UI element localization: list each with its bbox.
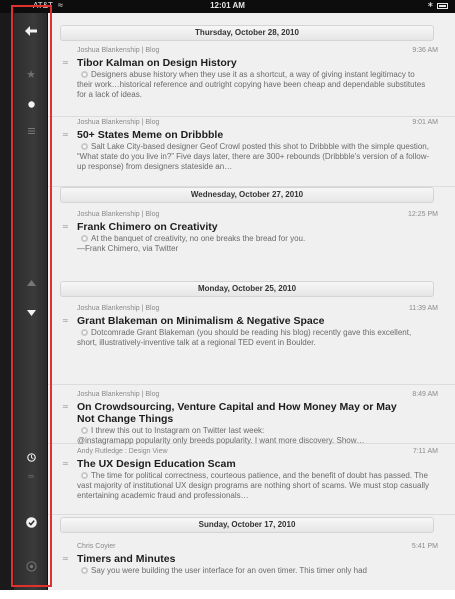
- article-title: Tibor Kalman on Design History: [77, 57, 237, 69]
- article-title: 50+ States Meme on Dribbble: [77, 129, 224, 141]
- star-icon[interactable]: ★: [14, 68, 48, 81]
- status-time: 12:01 AM: [210, 1, 245, 10]
- down-arrow-icon[interactable]: [14, 303, 48, 321]
- article-excerpt: At the banquet of creativity, no one bre…: [77, 234, 306, 254]
- rss-icon: ≃: [62, 402, 69, 411]
- article-excerpt: Salt Lake City-based designer Geof Crowl…: [77, 142, 430, 172]
- article-time: 9:36 AM: [412, 47, 438, 54]
- article-item[interactable]: Andy Rutledge : Design View 7:11 AM ≃ Th…: [48, 448, 455, 515]
- article-item[interactable]: Joshua Blankenship | Blog 9:36 AM ≃ Tibo…: [48, 47, 455, 117]
- unread-dot-icon: [81, 329, 88, 336]
- article-excerpt: Say you were building the user interface…: [77, 566, 432, 576]
- circle-icon[interactable]: [14, 559, 48, 577]
- unread-dot-icon: [81, 472, 88, 479]
- article-time: 12:25 PM: [408, 211, 438, 218]
- rss-icon: ≃: [62, 459, 69, 468]
- article-time: 5:41 PM: [411, 543, 438, 550]
- article-title: Timers and Minutes: [77, 553, 176, 565]
- date-header: Thursday, October 28, 2010: [60, 25, 434, 41]
- article-title: Frank Chimero on Creativity: [77, 221, 218, 233]
- article-time: 7:11 AM: [412, 448, 438, 455]
- article-source: Joshua Blankenship | Blog: [77, 47, 160, 54]
- article-source: Joshua Blankenship | Blog: [77, 305, 160, 312]
- battery-icon: [437, 3, 448, 9]
- rss-icon[interactable]: ≃: [14, 471, 48, 482]
- left-toolbar: ★ ≃: [14, 13, 48, 590]
- article-time: 8:49 AM: [412, 391, 438, 398]
- date-header: Monday, October 25, 2010: [60, 281, 434, 297]
- article-time: 9:01 AM: [412, 119, 438, 126]
- ipad-screen: AT&T ≈ 12:01 AM ∗ ★ ≃ Thursday, October …: [0, 0, 455, 590]
- unread-dot-icon: [81, 427, 88, 434]
- article-excerpt: The time for political correctness, cour…: [77, 471, 430, 501]
- list-icon[interactable]: [14, 121, 48, 139]
- article-source: Joshua Blankenship | Blog: [77, 391, 160, 398]
- date-header: Wednesday, October 27, 2010: [60, 187, 434, 203]
- unread-dot-icon: [81, 567, 88, 574]
- article-title: The UX Design Education Scam: [77, 458, 236, 470]
- article-title: Grant Blakeman on Minimalism & Negative …: [77, 315, 325, 327]
- article-item[interactable]: Joshua Blankenship | Blog 12:25 PM ≃ Fra…: [48, 211, 455, 271]
- up-arrow-icon[interactable]: [14, 273, 48, 291]
- article-title: On Crowdsourcing, Venture Capital and Ho…: [77, 401, 397, 425]
- back-arrow-icon[interactable]: [14, 23, 48, 41]
- article-excerpt: Dotcomrade Grant Blakeman (you should be…: [77, 328, 412, 348]
- rss-icon: ≃: [62, 316, 69, 325]
- unread-dot-icon[interactable]: [14, 95, 48, 113]
- rss-icon: ≃: [62, 222, 69, 231]
- unread-dot-icon: [81, 235, 88, 242]
- article-source: Joshua Blankenship | Blog: [77, 119, 160, 126]
- bluetooth-icon: ∗: [427, 0, 434, 9]
- article-source: Chris Coyier: [77, 543, 116, 550]
- check-icon[interactable]: [14, 515, 48, 533]
- article-excerpt: I threw this out to Instagram on Twitter…: [77, 426, 365, 446]
- unread-dot-icon: [81, 143, 88, 150]
- rss-icon: ≃: [62, 554, 69, 563]
- article-source: Andy Rutledge : Design View: [77, 448, 168, 455]
- article-time: 11:39 AM: [408, 305, 438, 312]
- rss-icon: ≃: [62, 130, 69, 139]
- status-bar: AT&T ≈ 12:01 AM ∗: [0, 0, 455, 13]
- unread-dot-icon: [81, 71, 88, 78]
- date-header: Sunday, October 17, 2010: [60, 517, 434, 533]
- article-item[interactable]: Joshua Blankenship | Blog 9:01 AM ≃ 50+ …: [48, 119, 455, 187]
- article-excerpt: Designers abuse history when they use it…: [77, 70, 426, 100]
- article-source: Joshua Blankenship | Blog: [77, 211, 160, 218]
- rss-icon: ≃: [62, 58, 69, 67]
- clock-icon[interactable]: [14, 449, 48, 467]
- article-item[interactable]: Chris Coyier 5:41 PM ≃ Timers and Minute…: [48, 543, 455, 590]
- article-item[interactable]: Joshua Blankenship | Blog 11:39 AM ≃ Gra…: [48, 305, 455, 385]
- article-item[interactable]: Joshua Blankenship | Blog 8:49 AM ≃ On C…: [48, 391, 455, 446]
- article-list: Thursday, October 28, 2010 Joshua Blanke…: [48, 13, 455, 590]
